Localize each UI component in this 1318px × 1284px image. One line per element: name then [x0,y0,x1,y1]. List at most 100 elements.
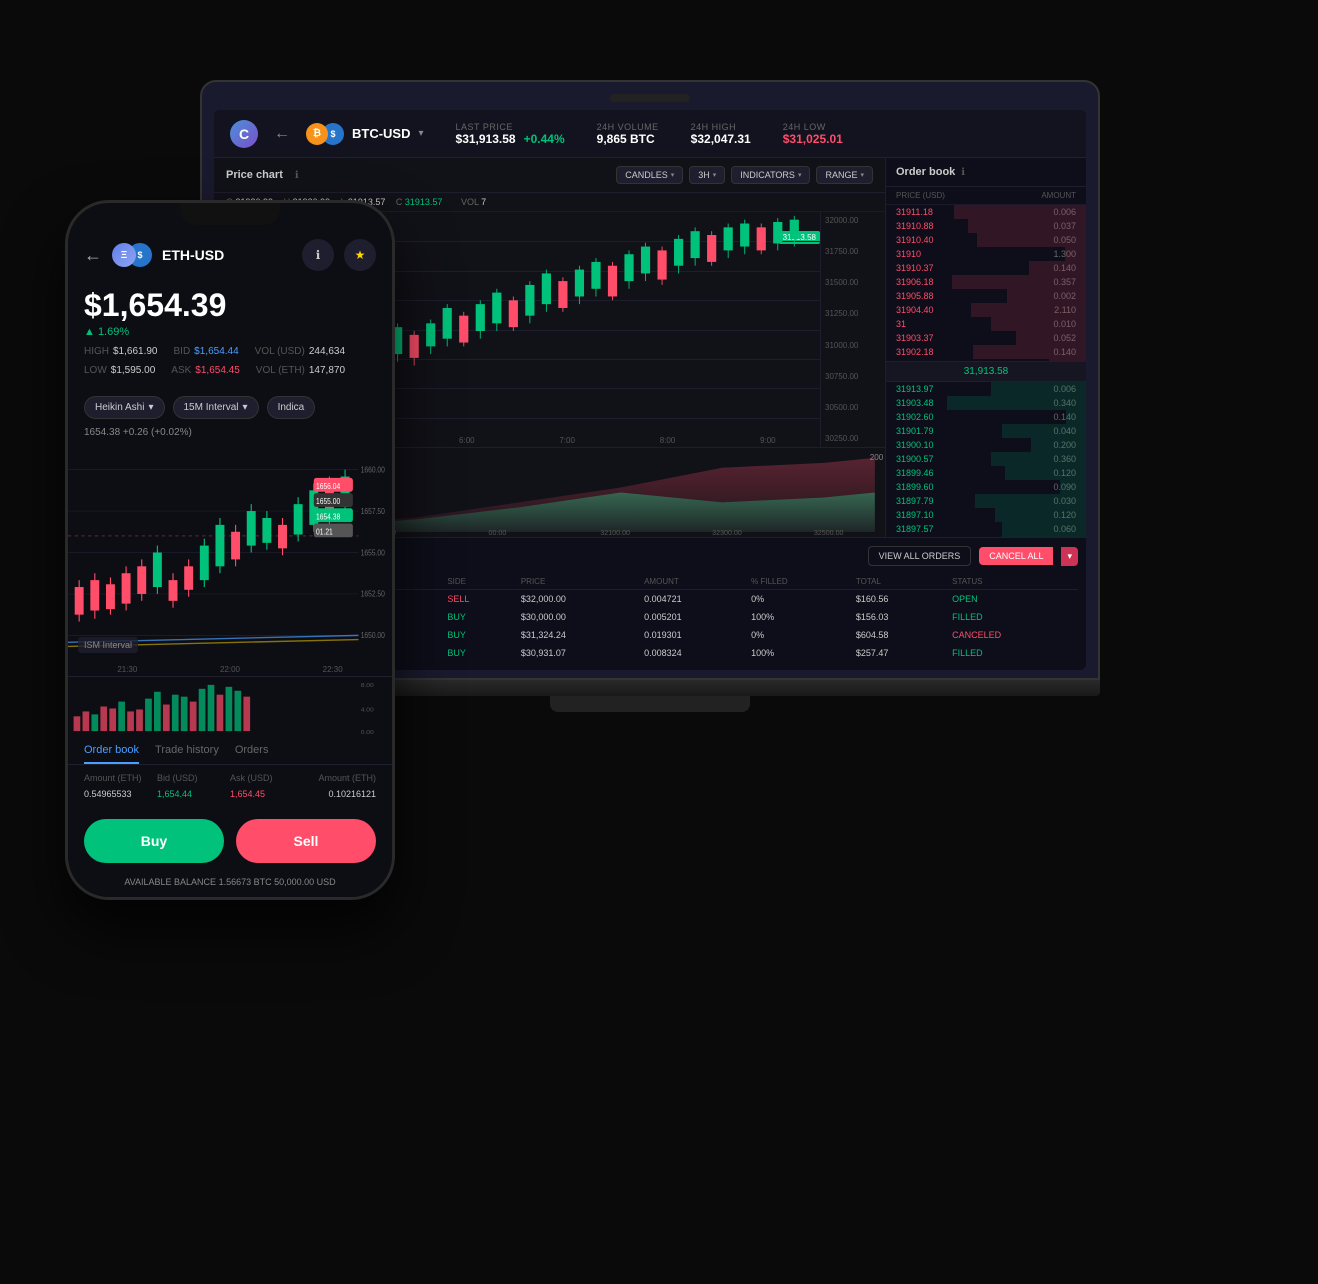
order-book-sell-row[interactable]: 31910.37 0.140 [886,261,1086,275]
cancel-dropdown-button[interactable]: ▾ [1061,547,1078,566]
phone-device: ← Ξ $ ETH-USD ℹ ★ $1,654.39 ▲ 1.69% HIGH… [65,200,395,900]
chart-type-chevron: ▾ [148,402,153,413]
order-book-sell-row[interactable]: 31910.40 0.050 [886,233,1086,247]
order-book-buy-row[interactable]: 31897.10 0.120 [886,508,1086,522]
interval-button[interactable]: 3H ▾ [689,166,725,184]
order-price: $30,931.07 [515,644,638,662]
interval-chevron: ▾ [713,171,717,179]
chart-info-icon[interactable]: ℹ [295,170,299,181]
order-book-sell-row[interactable]: 31 0.010 [886,317,1086,331]
last-price-change: +0.44% [524,132,565,146]
high-stat: 24H HIGH $32,047.31 [691,122,751,146]
price-col-header: PRICE (USD) [896,191,1041,200]
order-book-sell-row[interactable]: 31903.37 0.052 [886,331,1086,345]
order-side: BUY [441,626,515,644]
phone-notch [180,203,280,225]
phone-low-value: $1,595.00 [111,365,156,376]
sell-button[interactable]: Sell [236,819,376,863]
phone-high-label: HIGH [84,346,109,357]
phone-chart-svg: 1660.00 1657.50 1655.00 1652.50 1650.00 … [68,442,392,663]
svg-text:200: 200 [870,453,884,462]
order-book-sell-row[interactable]: 31910.88 0.037 [886,219,1086,233]
chart-summary: 1654.38 +0.26 (+0.02%) [68,427,392,442]
orderbook-info-icon[interactable]: ℹ [961,167,965,178]
buy-button[interactable]: Buy [84,819,224,863]
tab-orders[interactable]: Orders [235,744,269,764]
order-book-sell-row[interactable]: 31901.88 0.340 [886,359,1086,361]
phone-high-stat: HIGH $1,661.90 [84,346,158,357]
phone-stats-row-1: HIGH $1,661.90 BID $1,654.44 VOL (USD) 2… [84,346,376,357]
order-book-sell-row[interactable]: 31910 1.300 [886,247,1086,261]
phone-back-button[interactable]: ← [84,245,102,266]
phone-vol-usd-label: VOL (USD) [255,346,305,357]
phone-bid-label: BID [174,346,191,357]
view-all-button[interactable]: VIEW ALL ORDERS [868,546,972,566]
last-price-value: $31,913.58 [456,132,516,146]
phone-orderbook: Amount (ETH) Bid (USD) Ask (USD) Amount … [68,765,392,809]
candles-button[interactable]: CANDLES ▾ [616,166,683,184]
phone-screen: ← Ξ $ ETH-USD ℹ ★ $1,654.39 ▲ 1.69% HIGH… [68,203,392,897]
phone-ob-row: 0.54965533 1,654.44 1,654.45 0.10216121 [84,787,376,801]
order-book-buy-row[interactable]: 31900.10 0.200 [886,438,1086,452]
order-status: OPEN [946,590,1078,609]
order-book-sell-row[interactable]: 31906.18 0.357 [886,275,1086,289]
order-book-buy-row[interactable]: 31899.46 0.120 [886,466,1086,480]
volume-stat: 24H VOLUME 9,865 BTC [597,122,659,146]
order-book-sell-row[interactable]: 31905.88 0.002 [886,289,1086,303]
order-book-sell-row[interactable]: 31904.40 2.110 [886,303,1086,317]
svg-text:32100.00: 32100.00 [600,530,630,537]
order-book-sell-row[interactable]: 31902.18 0.140 [886,345,1086,359]
svg-text:0.00: 0.00 [361,729,375,736]
header-stats: LAST PRICE $31,913.58 +0.44% 24H VOLUME … [456,122,843,146]
svg-text:1650.00: 1650.00 [361,630,385,640]
order-book-buy-row[interactable]: 31897.79 0.030 [886,494,1086,508]
order-book-buy-row[interactable]: 31896.46 0.200 [886,536,1086,538]
time-2230: 22:30 [323,665,343,674]
balance-btc: 1.56673 BTC [219,877,272,887]
order-status: FILLED [946,644,1078,662]
laptop-stand [550,696,750,712]
tab-trade-history[interactable]: Trade history [155,744,219,764]
order-book-buy-row[interactable]: 31903.48 0.340 [886,396,1086,410]
phone-high-value: $1,661.90 [113,346,158,357]
trading-pair[interactable]: BTC-USD [352,126,411,141]
svg-text:1656.04: 1656.04 [316,481,340,491]
phone-chart[interactable]: 1660.00 1657.50 1655.00 1652.50 1650.00 … [68,442,392,663]
chart-type-button[interactable]: Heikin Ashi ▾ [84,396,165,419]
phone-tabs: Order book Trade history Orders [68,736,392,765]
app-logo[interactable]: C [230,120,258,148]
order-status: CANCELED [946,626,1078,644]
range-button[interactable]: RANGE ▾ [816,166,873,184]
order-book-buy-row[interactable]: 31901.79 0.040 [886,424,1086,438]
phone-ob-eth-amount: 0.54965533 [84,789,157,799]
indicators-button[interactable]: INDICATORS ▾ [731,166,810,184]
svg-text:1654.38: 1654.38 [316,512,340,522]
cancel-all-button[interactable]: CANCEL ALL [979,547,1053,565]
phone-toolbar: Heikin Ashi ▾ 15M Interval ▾ Indica [68,388,392,427]
phone-price-section: $1,654.39 ▲ 1.69% HIGH $1,661.90 BID $1,… [68,279,392,388]
order-book-buy-row[interactable]: 31897.57 0.060 [886,522,1086,536]
phone-favorite-button[interactable]: ★ [344,239,376,271]
back-button[interactable]: ← [274,125,290,143]
desktop-header: C ← ₿ $ BTC-USD ▾ LAST PRICE $31,913.58 [214,110,1086,158]
order-book-buy-row[interactable]: 31899.60 0.090 [886,480,1086,494]
phone-ob-col-2: Bid (USD) [157,773,230,783]
svg-text:32300.00: 32300.00 [712,530,742,537]
order-book-buy-row[interactable]: 31902.60 0.140 [886,410,1086,424]
spread-price: 31,913.58 [886,361,1086,382]
phone-volume-svg: 8.00 4.00 0.00 [68,677,392,736]
time-2200: 22:00 [220,665,240,674]
phone-frame: ← Ξ $ ETH-USD ℹ ★ $1,654.39 ▲ 1.69% HIGH… [65,200,395,900]
phone-info-button[interactable]: ℹ [302,239,334,271]
order-book-columns: PRICE (USD) AMOUNT [886,187,1086,205]
time-2130: 21:30 [117,665,137,674]
pair-dropdown-icon[interactable]: ▾ [419,128,424,139]
order-book-buy-row[interactable]: 31913.97 0.006 [886,382,1086,396]
phone-stats-row-2: LOW $1,595.00 ASK $1,654.45 VOL (ETH) 14… [84,365,376,376]
phone-volume-chart: 8.00 4.00 0.00 [68,676,392,736]
order-book-sell-row[interactable]: 31911.18 0.006 [886,205,1086,219]
interval-button-mobile[interactable]: 15M Interval ▾ [173,396,259,419]
indicators-button-mobile[interactable]: Indica [267,396,316,419]
tab-order-book[interactable]: Order book [84,744,139,764]
order-book-buy-row[interactable]: 31900.57 0.360 [886,452,1086,466]
